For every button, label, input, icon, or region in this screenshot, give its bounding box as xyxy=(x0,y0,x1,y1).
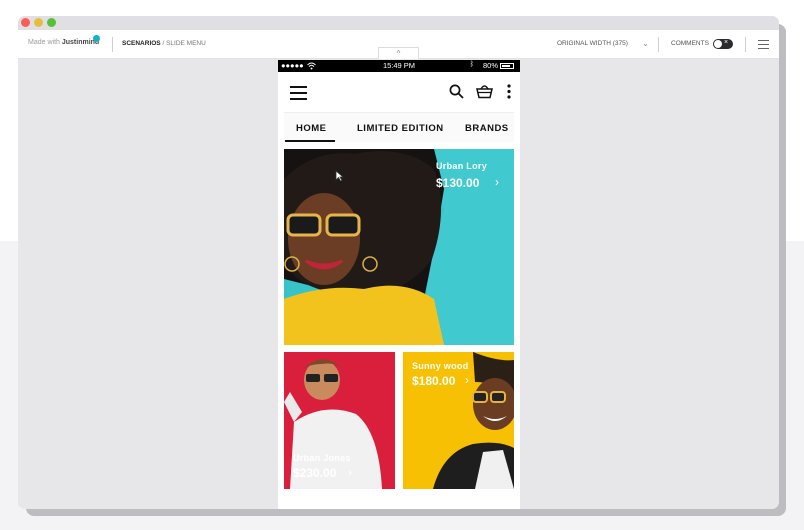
breadcrumb-section: SCENARIOS xyxy=(122,40,161,47)
product-card-sunny-wood[interactable]: Sunny wood $180.00 › xyxy=(403,352,514,489)
bluetooth-icon: ᛒ xyxy=(469,61,474,68)
card-product-price: $230.00 xyxy=(293,466,337,480)
hero-product-price: $130.00 xyxy=(436,176,480,190)
hero-photo xyxy=(284,149,514,345)
card-product-name: Urban Jones xyxy=(293,453,351,463)
comments-label: COMMENTS xyxy=(671,40,709,47)
width-select[interactable]: ORIGINAL WIDTH (375) xyxy=(557,40,628,47)
browser-window: Made with Justinmind SCENARIOS / SLIDE M… xyxy=(18,16,779,509)
made-with-label[interactable]: Made with Justinmind xyxy=(28,39,99,46)
breadcrumb-page: SLIDE MENU xyxy=(166,40,206,47)
tab-brands[interactable]: BRANDS xyxy=(465,123,509,134)
basket-icon[interactable] xyxy=(476,84,493,99)
phone-screen: ●●●●● 15:49 PM ᛒ 80% HOME LIMITED EDITIO… xyxy=(278,60,520,509)
chevron-right-icon: › xyxy=(465,373,469,387)
more-vertical-icon[interactable] xyxy=(507,84,511,99)
hamburger-icon[interactable] xyxy=(290,86,307,100)
mouse-cursor-icon xyxy=(335,170,344,182)
collapse-toolbar-button[interactable]: ^ xyxy=(378,47,419,59)
tab-limited-edition[interactable]: LIMITED EDITION xyxy=(357,123,444,134)
battery-icon xyxy=(500,63,514,69)
hero-product-name: Urban Lory xyxy=(436,161,488,171)
category-tabs: HOME LIMITED EDITION BRANDS xyxy=(284,112,514,142)
chevron-down-icon[interactable]: ⌄ xyxy=(642,39,649,48)
close-window-button[interactable] xyxy=(21,18,30,27)
window-titlebar xyxy=(18,16,779,30)
card-product-price: $180.00 xyxy=(412,374,456,388)
card-product-name: Sunny wood xyxy=(412,361,469,371)
breadcrumb[interactable]: SCENARIOS / SLIDE MENU xyxy=(122,40,206,47)
chevron-right-icon: › xyxy=(495,175,499,189)
maximize-window-button[interactable] xyxy=(47,18,56,27)
menu-icon[interactable] xyxy=(758,40,769,49)
brand-prefix: Made with xyxy=(28,39,60,46)
toggle-knob xyxy=(714,40,722,48)
battery-percent: 80% xyxy=(482,61,498,70)
product-card-urban-jones[interactable]: Urban Jones $230.00 › xyxy=(284,352,395,489)
product-photo xyxy=(403,352,514,489)
toolbar-divider xyxy=(112,37,113,52)
tab-home[interactable]: HOME xyxy=(296,123,327,134)
chevron-right-icon: › xyxy=(348,465,352,479)
toolbar-divider xyxy=(745,37,746,52)
search-icon[interactable] xyxy=(449,84,464,99)
hero-product-banner[interactable]: Urban Lory $130.00 › xyxy=(284,149,514,345)
app-header xyxy=(278,72,520,112)
comments-toggle[interactable]: × xyxy=(713,39,733,49)
toggle-off-icon: × xyxy=(724,39,729,46)
brand-logo-icon xyxy=(93,35,100,42)
active-tab-indicator xyxy=(285,140,335,142)
toolbar-divider xyxy=(658,37,659,52)
status-bar: ●●●●● 15:49 PM ᛒ 80% xyxy=(278,60,520,72)
minimize-window-button[interactable] xyxy=(34,18,43,27)
